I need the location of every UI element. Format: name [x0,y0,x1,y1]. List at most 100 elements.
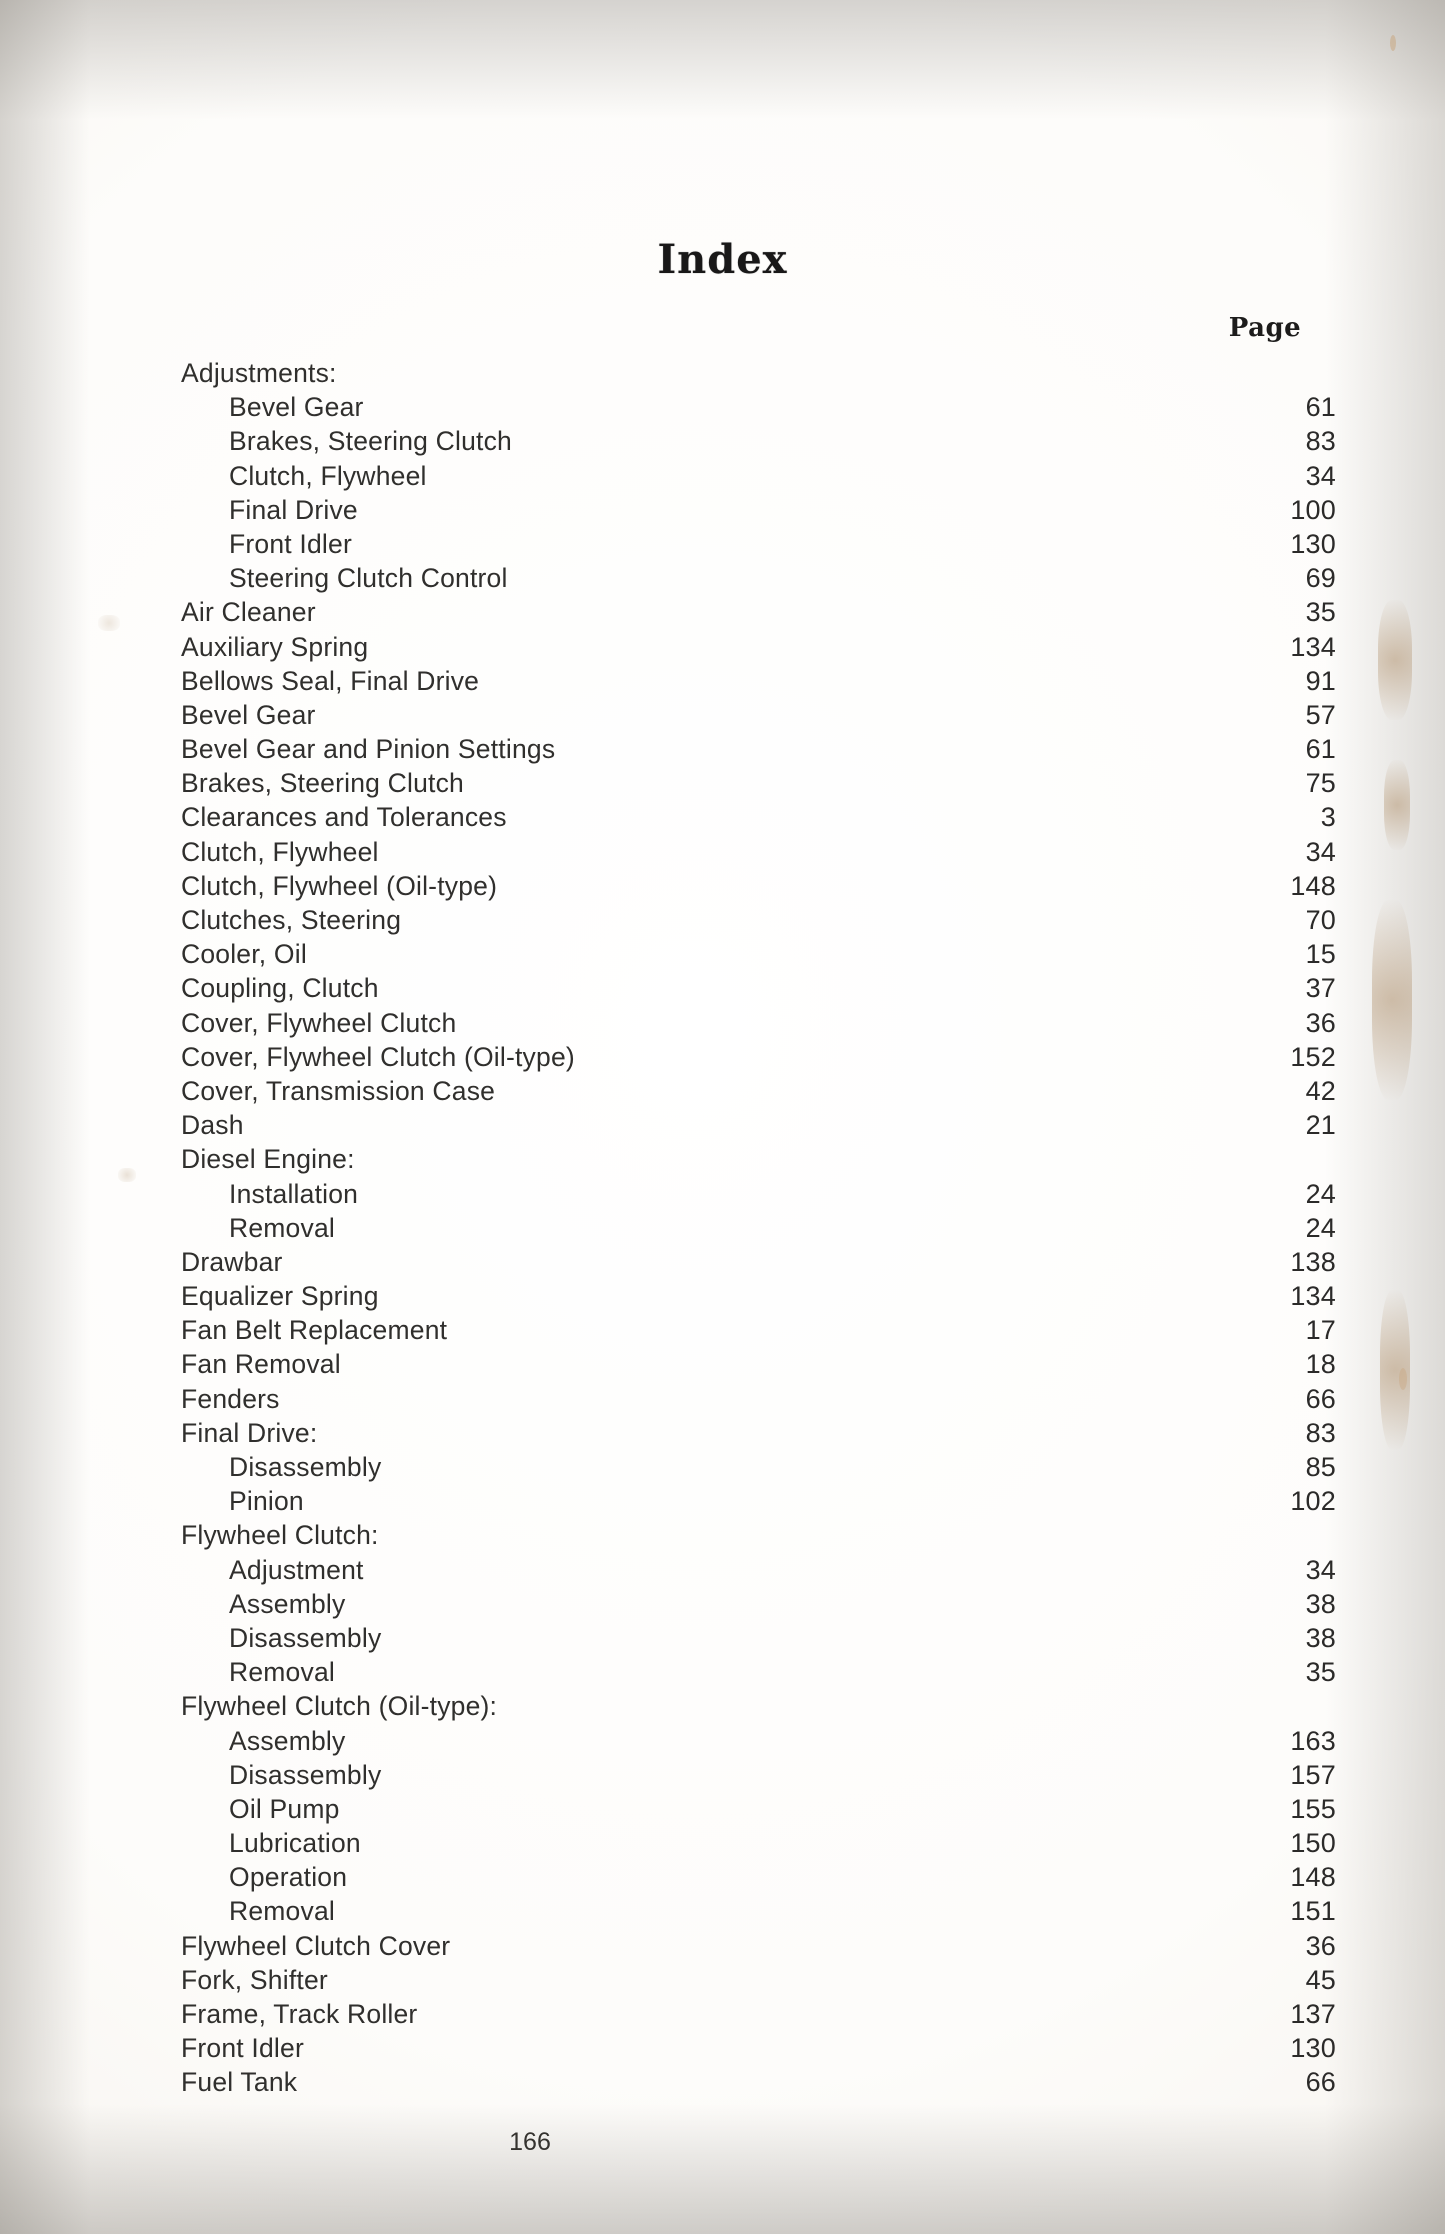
index-entry: Pinion 102 [181,1486,1336,1520]
index-entry-label: Pinion [229,1486,304,1517]
dot-leader [338,1988,1234,1989]
index-entry-page-number: 24 [1305,1212,1336,1243]
index-entry: Diesel Engine: [181,1144,1336,1178]
index-entry: Flywheel Clutch (Oil-type): [181,1691,1336,1725]
dot-leader [389,1543,1234,1544]
index-entry: Fork, Shifter 45 [181,1965,1336,1999]
index-entry-list: Adjustments: Bevel Gear 61 Brakes, Steering… [181,358,1336,2102]
index-entry-page-number: 102 [1290,1486,1336,1517]
index-entry-label: Brakes, Steering Clutch [181,768,464,799]
index-entry-page-number: 130 [1290,2033,1336,2064]
index-entry-label: Assembly [229,1588,346,1619]
index-entry: Disassembly 85 [181,1452,1336,1486]
index-entry: Clutches, Steering 70 [181,905,1336,939]
dot-leader [293,1270,1234,1271]
dot-leader [355,1612,1234,1613]
index-entry: Dash 21 [181,1110,1336,1144]
index-entry: Fenders 66 [181,1384,1336,1418]
dot-leader [350,1817,1234,1818]
dot-leader [365,1167,1234,1168]
dot-leader [371,1851,1234,1852]
index-entry: Operation 148 [181,1862,1336,1896]
index-entry-page-number: 38 [1305,1622,1336,1653]
index-entry-page-number: 134 [1290,1281,1336,1312]
index-entry-page-number: 130 [1290,528,1336,559]
dot-leader [389,860,1234,861]
dot-leader [345,1919,1234,1920]
index-entry-label: Flywheel Clutch (Oil-type): [181,1691,498,1722]
index-entry: Flywheel Clutch: [181,1520,1336,1554]
index-entry-page-number: 83 [1305,1417,1336,1448]
index-entry-label: Removal [229,1896,335,1927]
index-entry-label: Fenders [181,1383,280,1414]
index-entry: Cover, Flywheel Clutch 36 [181,1008,1336,1042]
dot-leader [474,791,1234,792]
index-entry-page-number: 148 [1290,1862,1336,1893]
index-entry-label: Equalizer Spring [181,1281,379,1312]
dot-leader [585,1065,1234,1066]
index-entry-page-number: 57 [1305,699,1336,730]
dot-leader [518,586,1234,587]
dot-leader [345,1236,1234,1237]
index-entry: Disassembly 38 [181,1623,1336,1657]
index-entry-page-number: 83 [1305,426,1336,457]
index-entry-label: Operation [229,1862,348,1893]
dot-leader [457,1338,1234,1339]
index-entry: Brakes, Steering Clutch 75 [181,768,1336,802]
index-entry-label: Air Cleaner [181,597,316,628]
index-entry-page-number: 35 [1305,597,1336,628]
index-entry: Assembly 163 [181,1726,1336,1760]
index-entry: Adjustment 34 [181,1555,1336,1589]
dot-leader [507,1714,1234,1715]
dot-leader [389,1304,1234,1305]
index-entry-label: Front Idler [181,2033,304,2064]
dot-leader [327,1441,1234,1442]
index-entry: Fan Removal 18 [181,1349,1336,1383]
index-entry: Bellows Seal, Final Drive 91 [181,666,1336,700]
index-entry: Drawbar 138 [181,1247,1336,1281]
index-entry-page-number: 15 [1305,939,1336,970]
index-entry: Fuel Tank 66 [181,2067,1336,2101]
index-entry-page-number: 35 [1305,1657,1336,1688]
index-entry-page-number: 163 [1290,1725,1336,1756]
index-entry-label: Clearances and Tolerances [181,802,507,833]
index-entry-page-number: 61 [1305,392,1336,423]
index-entry-label: Final Drive [229,494,358,525]
index-entry: Clutch, Flywheel 34 [181,837,1336,871]
index-entry-label: Clutch, Flywheel (Oil-type) [181,870,498,901]
index-entry-label: Clutches, Steering [181,905,402,935]
dot-leader [505,1099,1234,1100]
index-entry: Disassembly 157 [181,1760,1336,1794]
index-entry-label: Fan Removal [181,1349,341,1380]
index-entry: Cooler, Oil 15 [181,939,1336,973]
folio-page-number: 166 [509,2128,551,2156]
index-entry: Assembly 38 [181,1589,1336,1623]
index-entry: Bevel Gear 61 [181,392,1336,426]
page-title: Index [657,236,788,283]
index-entry-page-number: 150 [1290,1828,1336,1859]
index-entry-page-number: 155 [1290,1793,1336,1824]
index-entry: Brakes, Steering Clutch 83 [181,426,1336,460]
index-entry-label: Fork, Shifter [181,1964,328,1995]
index-entry: Adjustments: [181,358,1336,392]
dot-leader [254,1133,1234,1134]
index-entry-page-number: 24 [1305,1178,1336,1209]
index-entry-label: Fuel Tank [181,2067,298,2098]
dot-leader [460,1954,1234,1955]
scanned-index-page: Index Page Adjustments: Bevel Gear 61 Brake… [0,0,1445,2234]
index-entry: Flywheel Clutch Cover 36 [181,1931,1336,1965]
dot-leader [466,1031,1234,1032]
index-entry-label: Cover, Flywheel Clutch (Oil-type) [181,1041,575,1072]
index-entry-page-number: 134 [1290,631,1336,662]
index-entry: Clearances and Tolerances 3 [181,802,1336,836]
index-entry-label: Front Idler [229,528,352,559]
index-entry-label: Adjustments: [181,358,337,388]
index-entry-label: Oil Pump [229,1793,340,1824]
index-entry: Equalizer Spring 134 [181,1281,1336,1315]
index-entry-label: Cooler, Oil [181,939,307,970]
dot-leader [391,1646,1234,1647]
index-entry: Oil Pump 155 [181,1794,1336,1828]
dot-leader [378,655,1234,656]
index-entry-label: Cover, Flywheel Clutch [181,1007,457,1038]
page-column-header: Page [1228,313,1302,343]
